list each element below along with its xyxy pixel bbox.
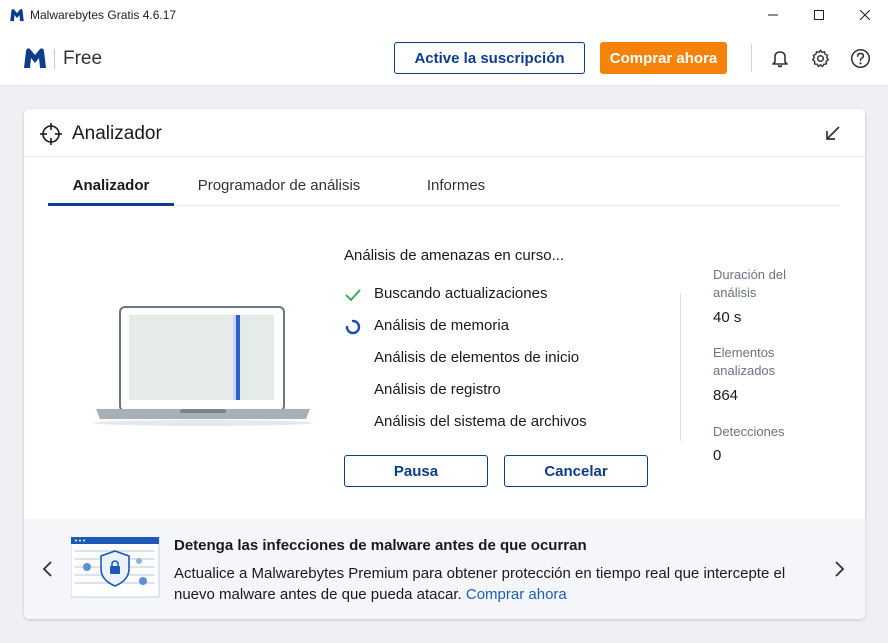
promo-text: Actualice a Malwarebytes Premium para ob…	[174, 563, 814, 605]
tab-reports[interactable]: Informes	[418, 165, 494, 205]
spinner-icon	[345, 319, 361, 335]
minimize-icon	[768, 14, 778, 16]
help-button[interactable]	[849, 47, 871, 69]
promo-banner: Detenga las infecciones de malware antes…	[24, 519, 865, 619]
scan-step-label: Análisis de registro	[374, 381, 501, 398]
scan-step-label: Análisis de elementos de inicio	[374, 349, 580, 366]
pause-button[interactable]: Pausa	[344, 455, 488, 487]
settings-button[interactable]	[809, 47, 831, 69]
close-icon	[860, 10, 870, 20]
scan-step: Análisis de registro	[344, 381, 624, 401]
app-header: Free Active la suscripción Comprar ahora	[0, 30, 888, 86]
laptop-scan-illustration	[93, 306, 313, 426]
scan-step-label: Análisis de memoria	[374, 317, 510, 334]
detections-value: 0	[713, 447, 722, 464]
minimize-button[interactable]	[750, 0, 796, 30]
tab-bar: Analizador Programador de análisis Infor…	[48, 165, 840, 206]
malwarebytes-app-icon	[9, 7, 25, 23]
help-icon	[850, 48, 870, 68]
stats-divider	[680, 293, 681, 441]
cancel-button[interactable]: Cancelar	[504, 455, 648, 487]
chevron-left-icon[interactable]	[41, 559, 55, 579]
gear-icon	[811, 48, 829, 67]
collapse-arrow-icon[interactable]	[824, 124, 842, 142]
tab-scanner[interactable]: Analizador	[48, 165, 174, 206]
logo-divider	[54, 49, 55, 69]
scan-step-label: Análisis del sistema de archivos	[374, 413, 587, 430]
malwarebytes-logo	[24, 48, 46, 68]
scan-step: Análisis del sistema de archivos	[344, 413, 624, 433]
notifications-button[interactable]	[769, 47, 791, 69]
header-divider	[751, 44, 752, 72]
duration-value: 40 s	[713, 309, 742, 326]
tab-scan-scheduler[interactable]: Programador de análisis	[196, 165, 362, 205]
edition-label: Free	[63, 48, 103, 69]
duration-label: Duración del análisis	[713, 267, 786, 300]
scan-step: Buscando actualizaciones	[344, 285, 624, 305]
scan-step: Análisis de elementos de inicio	[344, 349, 624, 369]
chevron-right-icon[interactable]	[832, 559, 846, 579]
scanner-card: Analizador Analizador Programador de aná…	[24, 109, 865, 619]
title-bar: Malwarebytes Gratis 4.6.17	[0, 0, 888, 30]
checkmark-icon	[345, 289, 361, 302]
scan-step-label: Buscando actualizaciones	[374, 285, 548, 302]
window-title: Malwarebytes Gratis 4.6.17	[30, 8, 177, 22]
promo-buy-link[interactable]: Comprar ahora	[466, 586, 567, 603]
card-title: Analizador	[72, 123, 162, 144]
promo-title: Detenga las infecciones de malware antes…	[174, 537, 587, 554]
buy-now-button[interactable]: Comprar ahora	[600, 42, 727, 74]
bell-icon	[772, 51, 788, 68]
protection-shield-illustration	[71, 537, 160, 598]
items-scanned-label: Elementos analizados	[713, 345, 776, 378]
close-button[interactable]	[842, 0, 888, 30]
scan-status-title: Análisis de amenazas en curso...	[344, 247, 565, 264]
activate-subscription-button[interactable]: Active la suscripción	[394, 42, 585, 74]
detections-label: Detecciones	[713, 424, 785, 439]
card-header: Analizador	[24, 109, 865, 157]
items-scanned-value: 864	[713, 387, 739, 404]
maximize-button[interactable]	[796, 0, 842, 30]
crosshair-icon	[40, 123, 62, 145]
maximize-icon	[814, 10, 824, 20]
scan-step: Análisis de memoria	[344, 317, 624, 337]
